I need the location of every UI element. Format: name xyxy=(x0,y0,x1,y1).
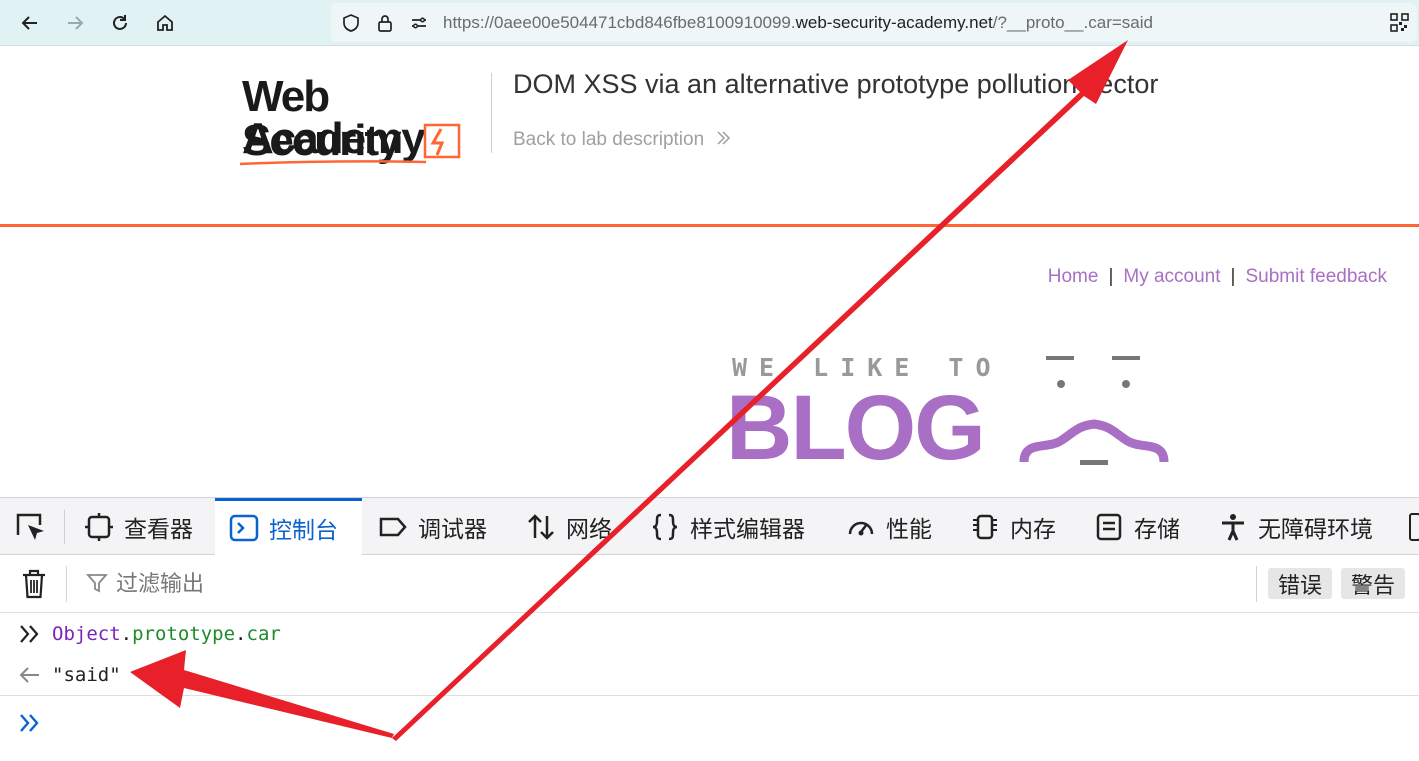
home-icon[interactable] xyxy=(150,8,180,38)
tab-label: 网络 xyxy=(566,515,612,542)
warnings-filter-button[interactable]: 警告 xyxy=(1341,568,1406,599)
tab-label: 样式编辑器 xyxy=(690,515,805,542)
back-arrow-icon[interactable] xyxy=(15,8,45,38)
tab-label: 存储 xyxy=(1134,515,1180,542)
blog-face-icon xyxy=(1019,356,1169,465)
console-result-value[interactable]: "said" xyxy=(52,664,121,686)
tab-label: 无障碍环境 xyxy=(1258,515,1373,542)
logo-lightning-icon xyxy=(423,123,461,159)
tab-label: 内存 xyxy=(1010,515,1056,542)
lock-icon[interactable] xyxy=(375,13,395,33)
double-chevron-right-icon xyxy=(717,131,731,145)
back-to-lab-description-link[interactable]: Back to lab description xyxy=(513,129,731,151)
url-suffix: /?__proto__.car=said xyxy=(992,13,1153,32)
input-chevrons-icon xyxy=(20,625,39,643)
memory-icon xyxy=(973,514,997,539)
token-dot: . xyxy=(120,623,133,645)
token-property: prototype xyxy=(132,623,236,645)
tab-storage[interactable]: 存储 xyxy=(1094,498,1180,555)
devtools-panel: 查看器 控制台 调试器 网络 样式编辑器 性能 内存 存储 无障碍环境 过滤输出… xyxy=(0,497,1419,761)
nav-home-link[interactable]: Home xyxy=(1048,266,1099,287)
url-prefix: https://0aee00e504471cbd846fbe8100910099… xyxy=(443,13,796,32)
tab-style-editor[interactable]: 样式编辑器 xyxy=(650,498,805,555)
level-separator xyxy=(1256,566,1257,602)
lab-header: Web Security Academy DOM XSS via an alte… xyxy=(0,47,1419,225)
more-tools-icon[interactable] xyxy=(1408,512,1419,542)
style-editor-icon xyxy=(652,513,678,540)
tab-accessibility[interactable]: 无障碍环境 xyxy=(1218,498,1373,555)
devtools-tab-bar: 查看器 控制台 调试器 网络 样式编辑器 性能 内存 存储 无障碍环境 xyxy=(0,498,1419,555)
logo-underline xyxy=(239,160,427,166)
permissions-icon[interactable] xyxy=(409,13,429,33)
tab-label: 控制台 xyxy=(269,517,338,543)
blog-banner-title: BLOG xyxy=(726,377,986,479)
page-navigation: Home | My account | Submit feedback xyxy=(1048,266,1387,288)
tab-label: 性能 xyxy=(886,515,932,542)
filter-output-input[interactable] xyxy=(116,568,616,600)
url-bar[interactable]: https://0aee00e504471cbd846fbe8100910099… xyxy=(331,3,1417,42)
tab-performance[interactable]: 性能 xyxy=(846,498,932,555)
header-divider xyxy=(491,73,492,153)
tab-inspector[interactable]: 查看器 xyxy=(84,498,193,555)
element-picker-icon[interactable] xyxy=(14,511,48,545)
token-object: Object xyxy=(52,623,121,645)
console-result-row: "said" xyxy=(0,656,1419,696)
console-input-expression[interactable]: Object.prototype.car xyxy=(52,623,281,645)
network-icon xyxy=(528,513,554,540)
back-link-label: Back to lab description xyxy=(513,129,705,150)
filter-separator xyxy=(66,566,67,602)
console-prompt-row[interactable] xyxy=(0,697,1419,747)
logo-line-2: Academy xyxy=(242,114,426,163)
performance-icon xyxy=(848,521,874,535)
tab-console[interactable]: 控制台 xyxy=(215,498,362,555)
prompt-chevrons-icon xyxy=(20,714,39,732)
token-dot: . xyxy=(235,623,247,645)
tab-label: 调试器 xyxy=(418,515,487,542)
token-property: car xyxy=(246,623,281,645)
lab-title: DOM XSS via an alternative prototype pol… xyxy=(513,69,1159,99)
web-security-academy-logo[interactable]: Web Security Academy xyxy=(238,75,488,167)
shield-icon[interactable] xyxy=(341,13,361,33)
forward-arrow-icon[interactable] xyxy=(60,8,90,38)
nav-separator: | xyxy=(1230,266,1236,287)
trash-icon[interactable] xyxy=(20,568,48,600)
debugger-icon xyxy=(379,517,407,536)
errors-filter-button[interactable]: 错误 xyxy=(1268,568,1333,599)
header-rule xyxy=(0,224,1419,227)
inspector-icon xyxy=(85,512,113,541)
accessibility-icon xyxy=(1222,513,1244,541)
reload-icon[interactable] xyxy=(105,8,135,38)
result-arrow-icon xyxy=(19,667,39,683)
nav-submit-feedback-link[interactable]: Submit feedback xyxy=(1245,266,1387,287)
tab-separator xyxy=(64,510,65,544)
browser-toolbar: https://0aee00e504471cbd846fbe8100910099… xyxy=(0,0,1419,46)
tab-debugger[interactable]: 调试器 xyxy=(378,498,487,555)
nav-separator: | xyxy=(1108,266,1114,287)
url-text[interactable]: https://0aee00e504471cbd846fbe8100910099… xyxy=(443,13,1153,33)
url-host: web-security-academy.net xyxy=(795,13,993,32)
qr-code-icon[interactable] xyxy=(1390,13,1409,32)
tab-network[interactable]: 网络 xyxy=(526,498,612,555)
console-input-row: Object.prototype.car xyxy=(0,614,1419,656)
console-filter-bar: 错误 警告 xyxy=(0,556,1419,613)
nav-my-account-link[interactable]: My account xyxy=(1123,266,1220,287)
filter-icon xyxy=(86,574,108,593)
tab-label: 查看器 xyxy=(124,515,193,542)
storage-icon xyxy=(1096,513,1122,540)
console-icon xyxy=(229,514,259,542)
tab-memory[interactable]: 内存 xyxy=(970,498,1056,555)
